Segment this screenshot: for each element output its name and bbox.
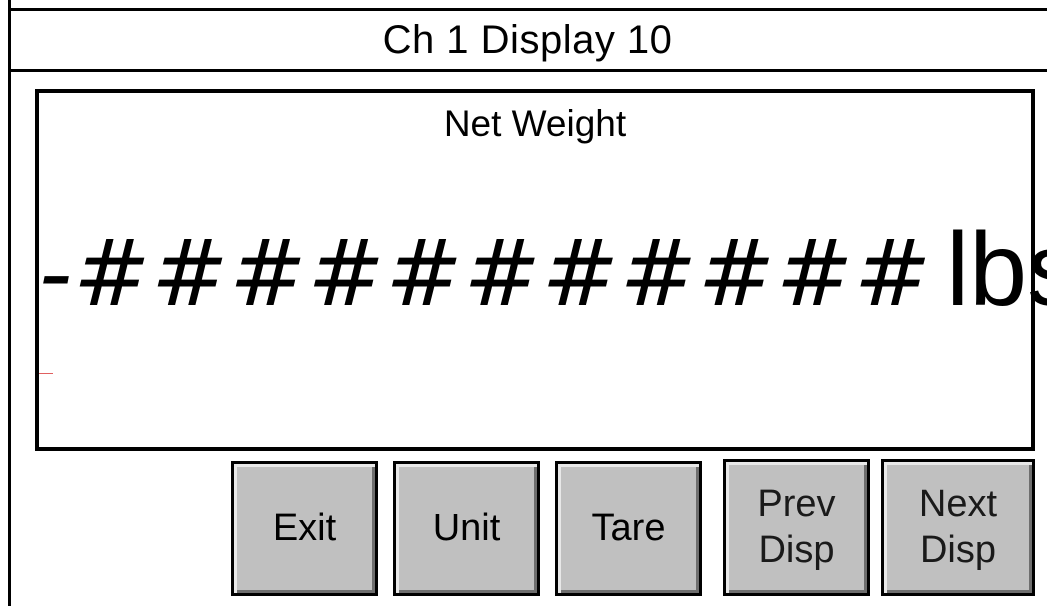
unit-button-label: Unit [432,506,501,549]
tare-button-label: Tare [591,506,666,549]
hmi-screen: Ch 1 Display 10 Net Weight -########### l… [0,0,1047,606]
weight-value: -########### [39,220,933,327]
weight-unit: lbs [946,212,1047,328]
tare-button[interactable]: Tare [555,461,702,596]
display-label: Net Weight [443,103,627,144]
weight-readout: -###########lbs [39,218,1047,322]
next-display-button[interactable]: Next Disp [881,459,1035,596]
exit-button-label: Exit [272,506,337,549]
page-title: Ch 1 Display 10 [382,18,673,62]
title-bar: Ch 1 Display 10 [8,8,1047,72]
unit-button[interactable]: Unit [393,461,540,596]
weight-display-panel: Net Weight -###########lbs [35,89,1047,451]
next-display-button-label: Next Disp [918,482,998,571]
left-frame-edge [8,0,11,606]
prev-display-button-label: Prev Disp [757,482,836,571]
display-artifact [39,373,53,374]
prev-display-button[interactable]: Prev Disp [723,459,870,596]
exit-button[interactable]: Exit [231,461,378,596]
